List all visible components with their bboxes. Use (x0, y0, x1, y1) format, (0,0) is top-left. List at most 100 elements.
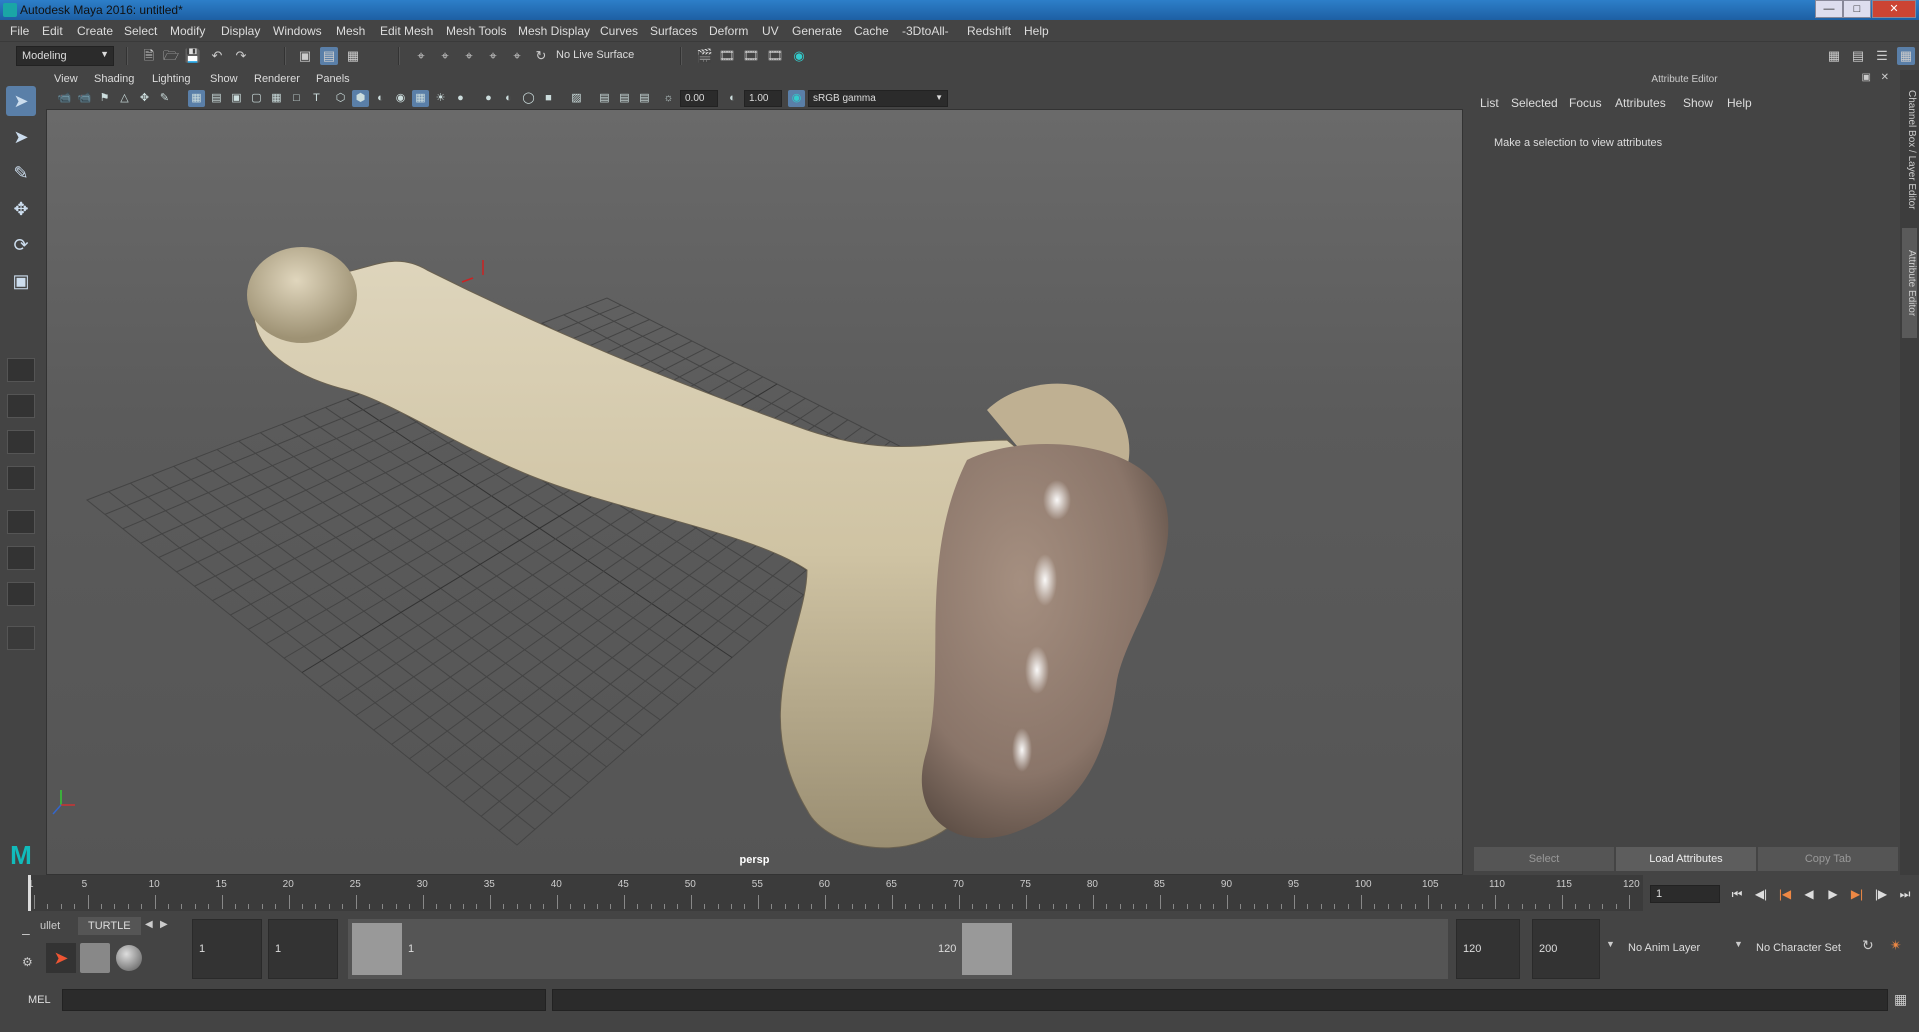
persp-outliner-layout-icon[interactable] (7, 430, 35, 454)
anim-layer-dropdown[interactable]: No Anim Layer (1622, 919, 1722, 979)
menu-deform[interactable]: Deform (709, 24, 748, 38)
range-start-handle[interactable] (352, 923, 402, 975)
shelf-scroll-right-icon[interactable]: ▶ (160, 919, 168, 930)
resolution-gate-icon[interactable]: ▣ (228, 90, 245, 107)
copy-tab-button[interactable]: Copy Tab (1758, 847, 1898, 871)
playback-start-field[interactable]: 1 (268, 919, 338, 979)
wireframe-icon[interactable]: ⬡ (332, 90, 349, 107)
safe-action-icon[interactable]: □ (288, 90, 305, 107)
shelf-tab-turtle[interactable]: TURTLE (78, 917, 141, 935)
single-perspective-layout-icon[interactable] (7, 358, 35, 382)
menu-mesh-display[interactable]: Mesh Display (518, 24, 590, 38)
step-forward-frame-icon[interactable]: |▶ (1872, 886, 1890, 902)
render-current-icon[interactable]: 🎬 (696, 47, 714, 65)
panel-menu-panels[interactable]: Panels (316, 73, 350, 85)
undo-icon[interactable]: ↶ (208, 47, 226, 65)
panel-menu-show[interactable]: Show (210, 73, 238, 85)
channel-box-tab[interactable]: Channel Box / Layer Editor (1902, 80, 1917, 220)
gamma-field[interactable]: 1.00 (744, 90, 782, 107)
snap-view-plane-icon[interactable]: ⌖ (508, 47, 526, 65)
load-attributes-button[interactable]: Load Attributes (1616, 847, 1756, 871)
ae-menu-attributes[interactable]: Attributes (1615, 96, 1666, 110)
step-back-frame-icon[interactable]: ◀| (1752, 886, 1770, 902)
menu-file[interactable]: File (10, 24, 29, 38)
attribute-editor-tab[interactable]: Attribute Editor (1902, 228, 1917, 338)
render-sequence-icon[interactable]: 🎞 (718, 47, 736, 65)
render-settings-icon[interactable]: 🎞 (766, 47, 784, 65)
command-language-label[interactable]: MEL (28, 994, 51, 1006)
redo-icon[interactable]: ↷ (232, 47, 250, 65)
multisample-aa-icon[interactable]: ◯ (520, 90, 537, 107)
select-button[interactable]: Select (1474, 847, 1614, 871)
move-tool-icon[interactable]: ✥ (6, 194, 36, 224)
screen-space-ao-icon[interactable]: ● (480, 90, 497, 107)
four-view-layout-icon[interactable] (7, 394, 35, 418)
turtle-sphere-icon[interactable] (116, 945, 142, 971)
safe-title-icon[interactable]: T (308, 90, 325, 107)
grid-toggle-icon[interactable]: ▦ (188, 90, 205, 107)
lasso-tool-icon[interactable]: ➤ (6, 122, 36, 152)
menu-3dtoall[interactable]: -3DtoAll- (902, 24, 949, 38)
go-to-end-icon[interactable]: ⏭ (1896, 886, 1914, 902)
chevron-down-icon[interactable]: ▼ (1606, 939, 1615, 949)
panel-menu-view[interactable]: View (54, 73, 78, 85)
shelf-minus-icon[interactable]: – (22, 925, 30, 941)
persp-graph-layout-icon[interactable] (7, 466, 35, 490)
panel-menu-shading[interactable]: Shading (94, 73, 134, 85)
auto-key-icon[interactable]: ↻ (1862, 937, 1874, 954)
menu-windows[interactable]: Windows (273, 24, 322, 38)
menu-mesh[interactable]: Mesh (336, 24, 365, 38)
hypershade-icon[interactable]: ◉ (790, 47, 808, 65)
ae-menu-help[interactable]: Help (1727, 96, 1752, 110)
play-forwards-icon[interactable]: ▶ (1824, 886, 1842, 902)
select-tool-icon[interactable]: ➤ (6, 86, 36, 116)
exposure-icon[interactable]: ☼ (660, 90, 677, 107)
select-object-icon[interactable]: ▤ (320, 47, 338, 65)
turtle-bake-icon[interactable] (80, 943, 110, 973)
camera-attributes-icon[interactable]: 📹 (76, 90, 93, 107)
menu-create[interactable]: Create (77, 24, 113, 38)
play-backwards-icon[interactable]: ◀ (1800, 886, 1818, 902)
xray-icon[interactable]: ▤ (596, 90, 613, 107)
modeling-toolkit-icon[interactable]: ▦ (1825, 47, 1843, 65)
menu-redshift[interactable]: Redshift (967, 24, 1011, 38)
mel-command-input[interactable] (62, 989, 546, 1011)
film-gate-icon[interactable]: ▤ (208, 90, 225, 107)
grease-pencil-icon[interactable]: ✎ (156, 90, 173, 107)
menu-curves[interactable]: Curves (600, 24, 638, 38)
menu-set-dropdown[interactable]: Modeling ▼ (16, 46, 114, 66)
depth-of-field-icon[interactable]: ■ (540, 90, 557, 107)
rotate-tool-icon[interactable]: ⟳ (6, 230, 36, 260)
outliner-persp-layout-icon[interactable] (7, 546, 35, 570)
xray-components-icon[interactable]: ▤ (636, 90, 653, 107)
animation-start-field[interactable]: 1 (192, 919, 262, 979)
image-plane-icon[interactable]: △ (116, 90, 133, 107)
animation-preferences-icon[interactable]: ✴ (1890, 937, 1902, 954)
persp-hypershade-layout-icon[interactable] (7, 510, 35, 534)
bookmark-icon[interactable]: ⚑ (96, 90, 113, 107)
menu-generate[interactable]: Generate (792, 24, 842, 38)
current-time-indicator[interactable] (28, 875, 31, 911)
snap-projected-icon[interactable]: ⌖ (484, 47, 502, 65)
open-scene-icon[interactable]: 🗁 (162, 47, 180, 65)
menu-display[interactable]: Display (221, 24, 260, 38)
turtle-render-icon[interactable]: ➤ (46, 943, 76, 973)
isolate-select-icon[interactable]: ▨ (568, 90, 585, 107)
view-transform-dropdown[interactable]: sRGB gamma ▼ (808, 90, 948, 107)
float-panel-icon[interactable]: ▣ (1862, 72, 1871, 83)
channel-box-toggle-icon[interactable]: ▦ (1897, 47, 1915, 65)
ae-menu-list[interactable]: List (1480, 96, 1499, 110)
range-bar[interactable]: 1 120 (348, 919, 1448, 979)
menu-help[interactable]: Help (1024, 24, 1049, 38)
tool-settings-icon[interactable]: ☰ (1873, 47, 1891, 65)
shelf-scroll-left-icon[interactable]: ◀ (145, 919, 153, 930)
panel-menu-lighting[interactable]: Lighting (152, 73, 191, 85)
save-scene-icon[interactable]: 💾 (184, 47, 202, 65)
menu-modify[interactable]: Modify (170, 24, 205, 38)
wireframe-on-shaded-icon[interactable]: ◉ (392, 90, 409, 107)
ae-menu-selected[interactable]: Selected (1511, 96, 1558, 110)
xray-joints-icon[interactable]: ▤ (616, 90, 633, 107)
new-scene-icon[interactable]: 🗎 (140, 47, 158, 65)
menu-surfaces[interactable]: Surfaces (650, 24, 697, 38)
close-button[interactable]: ✕ (1872, 0, 1916, 18)
